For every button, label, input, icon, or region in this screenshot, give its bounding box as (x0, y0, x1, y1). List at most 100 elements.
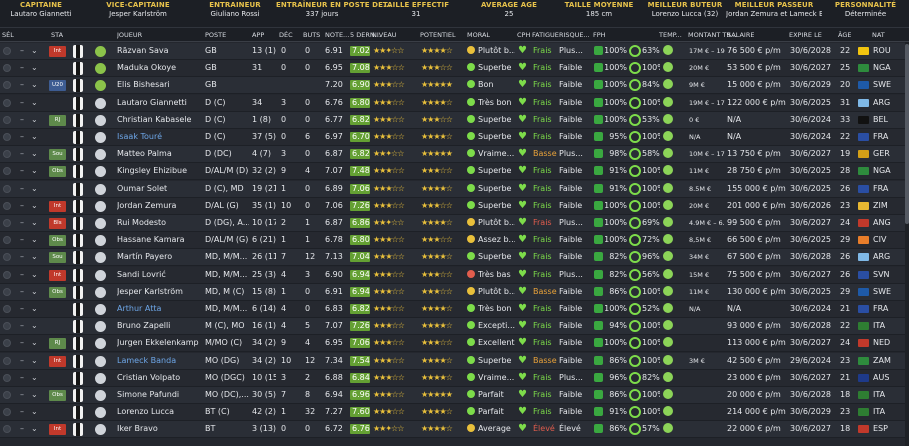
select-checkbox[interactable] (3, 115, 11, 124)
table-row[interactable]: – ⌄ Int Răzvan Sava GB 13 (1) 0 0 6.91 7.02 ★★✦☆☆ ★… (0, 43, 909, 60)
select-checkbox[interactable] (3, 184, 11, 193)
select-checkbox[interactable] (3, 391, 11, 399)
table-row[interactable]: – ⌄ Obs Kingsley Ehizibue D/AL/M (D) 32 (2) 9 4… (0, 163, 909, 181)
table-row[interactable]: –⌄ Cristian Volpato MO (DGC) 10 (15) 3 2 6.88 6… (0, 369, 909, 387)
column-header[interactable]: POSTE (205, 28, 226, 42)
chevron-down-icon[interactable]: ⌄ (31, 284, 38, 300)
column-header[interactable]: STA (51, 28, 63, 42)
chevron-down-icon[interactable]: ⌄ (31, 129, 38, 145)
table-row[interactable]: –⌄ Bls Rui Modesto D (DG), A...10 (17) 2 1 6.8… (0, 215, 909, 232)
player-name[interactable]: Maduka Okoye (117, 60, 176, 76)
player-name[interactable]: Rui Modesto (117, 215, 166, 231)
table-row[interactable]: –⌄Oumar SoletD (C), MD19 (21)106.897.06★… (0, 180, 909, 198)
select-checkbox[interactable] (3, 270, 11, 279)
chevron-down-icon[interactable]: ⌄ (31, 249, 38, 265)
column-header[interactable]: TEMP... (659, 28, 682, 42)
select-checkbox[interactable] (3, 287, 11, 296)
table-row[interactable]: – ⌄ Bruno Zapelli M (C), MO 16 (1) 4 5 7.07 7.26… (0, 318, 909, 336)
chevron-down-icon[interactable]: ⌄ (31, 215, 38, 231)
column-header[interactable]: APP (252, 28, 264, 42)
select-checkbox[interactable] (3, 339, 11, 348)
chevron-down-icon[interactable]: ⌄ (31, 146, 38, 162)
table-row[interactable]: – ⌄ Int Lameck Banda MO (DG) 34 (2) 10 12 7.34 7.… (0, 352, 909, 370)
table-row[interactable]: – ⌄ Int Iker Bravo BT 3 (13) 0 0 6.72 6.76 ★★✦☆☆ ★★… (0, 421, 909, 439)
select-checkbox[interactable] (3, 64, 11, 73)
player-name[interactable]: Elis Bishesari (117, 77, 170, 93)
table-row[interactable]: – ⌄ Isaak Touré D (C) 37 (5) 0 6 6.97 6.70 ★★★☆☆ ★… (0, 129, 909, 146)
chevron-down-icon[interactable]: ⌄ (31, 77, 38, 93)
table-row[interactable]: – ⌄ Arthur Atta MD, M/M... 6 (14) 4 0 6.83 6.82 ★… (0, 301, 909, 318)
chevron-down-icon[interactable]: ⌄ (31, 198, 38, 214)
chevron-down-icon[interactable]: ⌄ (31, 112, 38, 128)
column-header[interactable]: CPH (517, 28, 530, 42)
column-header[interactable]: DÉC (279, 28, 293, 42)
table-row[interactable]: – ⌄ Obs Hassane Kamara D/AL/M (G) 6 (21) 1 1 6.7… (0, 232, 909, 250)
table-row[interactable]: –⌄ Sou Martín Payero MD, M/M... 26 (11) 7 12 7.… (0, 249, 909, 267)
player-name[interactable]: Iker Bravo (117, 421, 158, 437)
chevron-down-icon[interactable]: ⌄ (31, 404, 38, 420)
column-header[interactable]: NOTE... (325, 28, 349, 42)
player-name[interactable]: Jesper Karlström (117, 284, 183, 300)
chevron-down-icon[interactable]: ⌄ (31, 232, 38, 248)
chevron-down-icon[interactable]: ⌄ (31, 60, 38, 76)
table-row[interactable]: – ⌄ Sou Matteo Palma D (DC) 4 (7) 3 0 6.87 6.82 ★★… (0, 146, 909, 164)
select-checkbox[interactable] (3, 81, 11, 90)
table-row[interactable]: – ⌄ Obs Simone Pafundi MO (DC),... 30 (5) 7 8 6.… (0, 387, 909, 404)
select-checkbox[interactable] (3, 219, 11, 227)
table-row[interactable]: – ⌄ RJ Jurgen Ekkelenkamp M/MO (C) 34 (2) 9 4 6.… (0, 335, 909, 353)
table-row[interactable]: – ⌄ Lautaro Giannetti D (C) 34 3 0 6.76 6.80 ★★★☆… (0, 94, 909, 112)
player-name[interactable]: Lameck Banda (117, 353, 176, 369)
player-name[interactable]: Christian Kabasele (117, 112, 191, 128)
table-row[interactable]: – ⌄ Lorenzo Lucca BT (C) 42 (2) 1 32 7.27 7.60 ★★… (0, 404, 909, 422)
column-header[interactable]: SALAIRE (727, 28, 754, 42)
chevron-down-icon[interactable]: ⌄ (31, 43, 38, 59)
column-header[interactable]: ÂGE (838, 28, 851, 42)
select-checkbox[interactable] (3, 47, 11, 55)
select-checkbox[interactable] (3, 201, 11, 210)
player-name[interactable]: Arthur Atta (117, 301, 161, 317)
chevron-down-icon[interactable]: ⌄ (31, 318, 38, 334)
select-checkbox[interactable] (3, 150, 11, 159)
chevron-down-icon[interactable]: ⌄ (31, 353, 38, 369)
select-checkbox[interactable] (3, 425, 11, 434)
select-checkbox[interactable] (3, 373, 11, 382)
column-header[interactable]: EXPIRE LE (789, 28, 822, 42)
chevron-down-icon[interactable]: ⌄ (31, 301, 38, 317)
select-checkbox[interactable] (3, 167, 11, 176)
chevron-down-icon[interactable]: ⌄ (31, 267, 38, 283)
player-name[interactable]: Sandi Lovrić (117, 267, 166, 283)
column-header[interactable]: POTENTIEL (420, 28, 456, 42)
select-checkbox[interactable] (3, 236, 11, 245)
column-header[interactable]: MORAL (467, 28, 490, 42)
player-name[interactable]: Bruno Zapelli (117, 318, 170, 334)
player-name[interactable]: Isaak Touré (117, 129, 162, 145)
player-name[interactable]: Lorenzo Lucca (117, 404, 174, 420)
chevron-down-icon[interactable]: ⌄ (31, 370, 38, 386)
player-name[interactable]: Jordan Zemura (117, 198, 176, 214)
column-header[interactable]: NIVEAU (372, 28, 397, 42)
chevron-down-icon[interactable]: ⌄ (31, 421, 38, 437)
column-header[interactable]: JOUEUR (117, 28, 142, 42)
player-name[interactable]: Martín Payero (117, 249, 172, 265)
chevron-down-icon[interactable]: ⌄ (31, 181, 38, 197)
select-checkbox[interactable] (3, 322, 11, 331)
player-name[interactable]: Răzvan Sava (117, 43, 169, 59)
player-name[interactable]: Simone Pafundi (117, 387, 179, 403)
player-name[interactable]: Matteo Palma (117, 146, 172, 162)
chevron-down-icon[interactable]: ⌄ (31, 163, 38, 179)
player-name[interactable]: Kingsley Ehizibue (117, 163, 187, 179)
chevron-down-icon[interactable]: ⌄ (31, 335, 38, 351)
select-checkbox[interactable] (3, 253, 11, 262)
chevron-down-icon[interactable]: ⌄ (31, 95, 38, 111)
scrollbar-thumb[interactable] (905, 44, 909, 224)
column-header[interactable]: SÉL (2, 28, 14, 42)
table-row[interactable]: – ⌄ Maduka Okoye GB 31 0 0 6.95 7.08 ★★★☆☆ ★★★☆☆ Su… (0, 60, 909, 78)
player-name[interactable]: Cristian Volpato (117, 370, 180, 386)
column-header[interactable]: FPH (593, 28, 606, 42)
table-row[interactable]: – ⌄ Int Jordan Zemura D/AL (G) 35 (1) 10 0 7.06 7… (0, 197, 909, 215)
player-name[interactable]: Lautaro Giannetti (117, 95, 187, 111)
select-checkbox[interactable] (3, 133, 11, 141)
select-checkbox[interactable] (3, 98, 11, 107)
select-checkbox[interactable] (3, 356, 11, 365)
chevron-down-icon[interactable]: ⌄ (31, 387, 38, 403)
